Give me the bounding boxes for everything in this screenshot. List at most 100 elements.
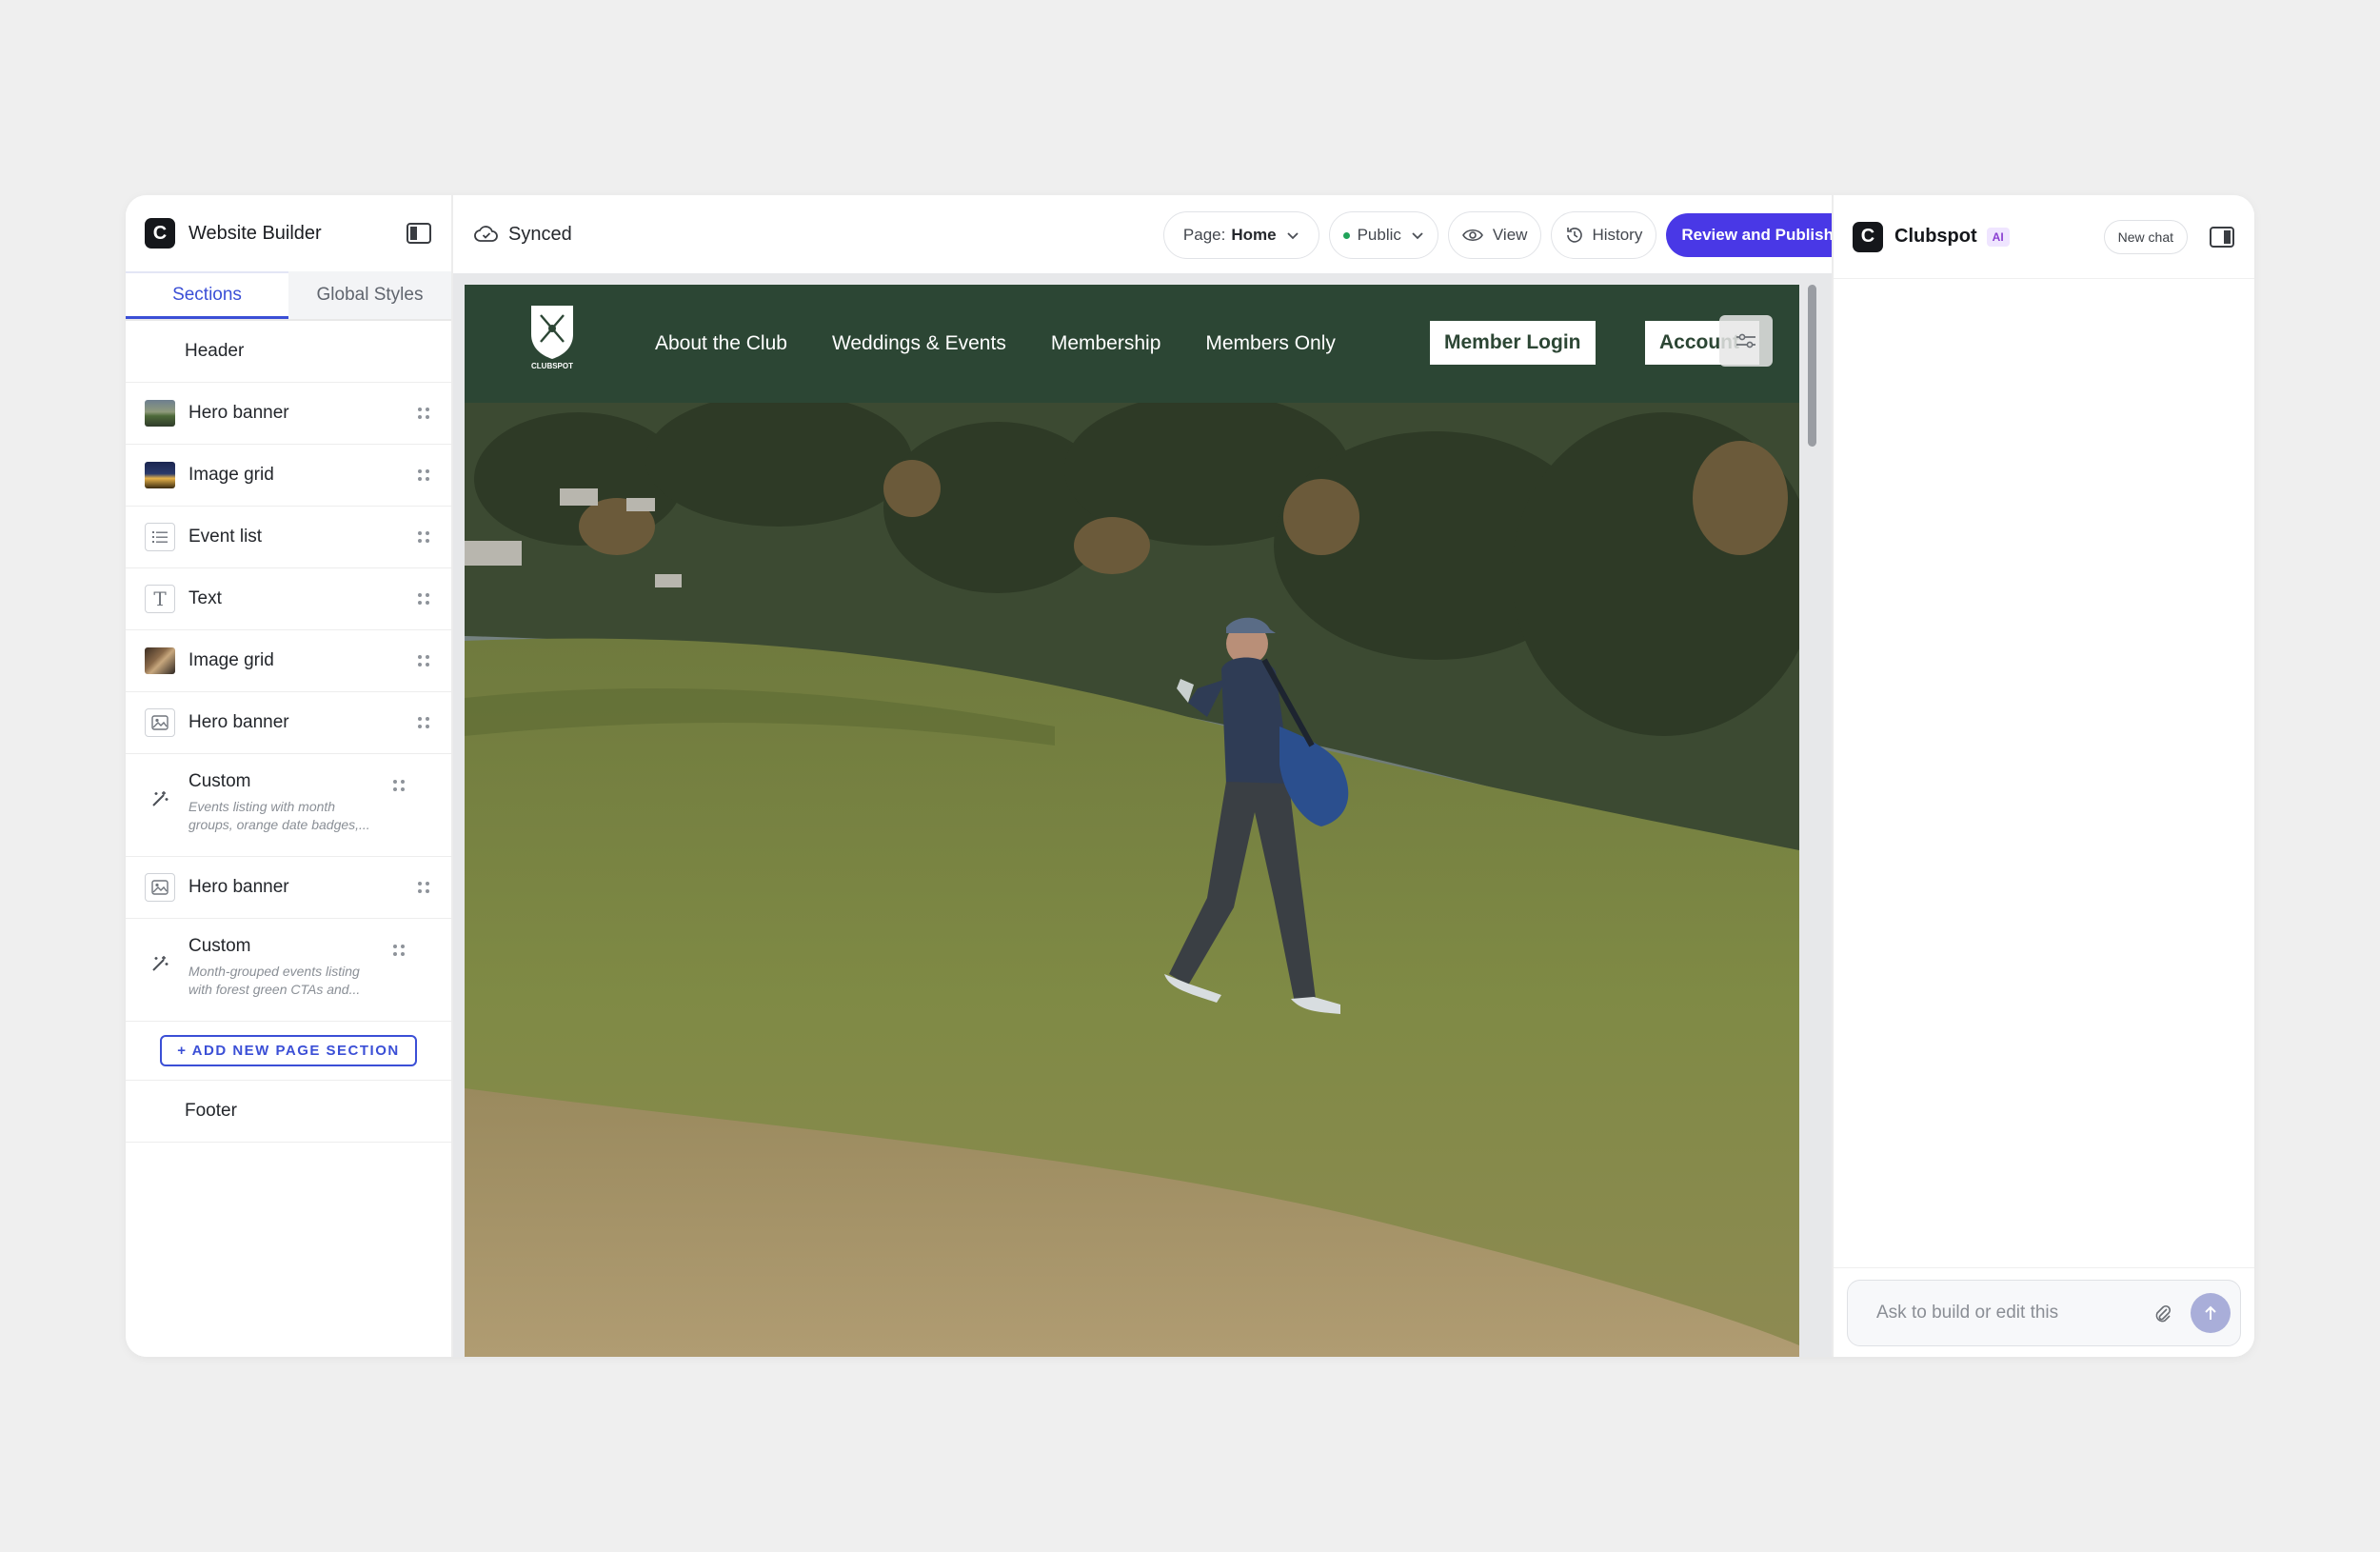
add-section-row: + ADD NEW PAGE SECTION [126,1022,451,1081]
app-logo: C [145,218,175,249]
section-event-list[interactable]: Event list [126,507,451,568]
panel-header: C Website Builder [126,195,451,271]
site-preview: CLUBSPOT About the Club Weddings & Event… [465,285,1799,1357]
section-settings-button[interactable] [1719,315,1773,367]
member-login-button[interactable]: Member Login [1430,321,1596,365]
sidebar-toggle-icon[interactable] [406,222,432,245]
status-dot [1342,231,1350,239]
section-description: Month-grouped events listing with forest… [188,964,361,997]
club-crest-logo[interactable]: CLUBSPOT [527,304,577,374]
eye-icon [1461,229,1483,242]
section-label: Text [188,588,222,608]
publish-label: Review and Publish [1681,226,1834,244]
chat-input[interactable]: Ask to build or edit this [1847,1280,2241,1346]
section-label: Footer [185,1101,237,1121]
chevron-down-icon [1286,232,1299,240]
drag-handle-icon[interactable] [417,592,430,606]
section-custom[interactable]: Custom Month-grouped events listing with… [126,919,451,1022]
sync-label: Synced [508,223,572,245]
editor-toolbar: Synced Page: Home Public View History Re… [453,195,1957,273]
section-hero-banner[interactable]: Hero banner [126,857,451,919]
drag-handle-icon[interactable] [392,779,406,792]
nav-weddings-events[interactable]: Weddings & Events [832,332,1006,355]
section-label: Header [185,341,245,361]
site-header: CLUBSPOT About the Club Weddings & Event… [465,285,1799,403]
image-icon [145,708,175,737]
ai-assistant-panel: C Clubspot AI New chat Ask to build or e… [1832,195,2254,1357]
sections-panel: C Website Builder Sections Global Styles… [126,195,453,1357]
drag-handle-icon[interactable] [417,468,430,482]
tab-global-styles[interactable]: Global Styles [288,271,451,319]
drag-handle-icon[interactable] [392,944,406,957]
section-label: Event list [188,527,263,547]
chat-input-placeholder: Ask to build or edit this [1876,1303,2059,1323]
history-button[interactable]: History [1551,211,1657,259]
panel-tabs: Sections Global Styles [126,271,451,321]
app-window: C Website Builder Sections Global Styles… [126,195,2254,1357]
send-button[interactable] [2191,1293,2231,1333]
section-hero-banner[interactable]: Hero banner [126,692,451,754]
section-label: Hero banner [188,877,289,897]
preview-canvas: CLUBSPOT About the Club Weddings & Event… [453,273,1957,1357]
text-icon: T [145,585,175,613]
tab-sections[interactable]: Sections [126,271,288,319]
new-chat-button[interactable]: New chat [2103,219,2188,254]
cloud-check-icon [474,226,498,242]
section-image-grid[interactable]: Image grid [126,630,451,692]
section-label: Image grid [188,465,274,485]
magic-wand-icon [145,785,175,813]
chevron-down-icon [1412,232,1423,240]
history-icon [1567,228,1583,243]
drag-handle-icon[interactable] [417,407,430,420]
assistant-title: Clubspot [1894,226,1977,247]
panel-title: Website Builder [188,222,322,244]
section-hero-banner[interactable]: Hero banner [126,383,451,445]
night-thumbnail [145,462,175,488]
landscape-thumbnail [145,400,175,427]
assistant-logo: C [1853,221,1883,252]
image-icon [145,873,175,902]
section-label: Hero banner [188,403,289,423]
view-label: View [1492,226,1528,244]
ai-badge: AI [1986,227,2010,247]
nav-about[interactable]: About the Club [655,332,787,355]
view-button[interactable]: View [1447,211,1542,259]
visibility-selector[interactable]: Public [1328,211,1438,259]
portrait-thumbnail [145,647,175,674]
section-label: Hero banner [188,712,289,732]
section-label: Custom [188,936,251,956]
sync-status: Synced [474,224,572,246]
sliders-icon [1736,333,1755,348]
list-icon [145,523,175,551]
drag-handle-icon[interactable] [417,530,430,544]
panel-toggle-icon[interactable] [2209,226,2235,249]
nav-members-only[interactable]: Members Only [1205,332,1336,355]
drag-handle-icon[interactable] [417,716,430,729]
page-selector[interactable]: Page: Home [1162,211,1319,259]
page-value: Home [1231,226,1277,244]
drag-handle-icon[interactable] [417,881,430,894]
section-footer[interactable]: Footer [126,1081,451,1143]
section-label: Image grid [188,650,274,670]
hero-image [465,403,1799,1357]
section-description: Events listing with month groups, orange… [188,799,370,832]
section-header[interactable]: Header [126,321,451,383]
section-label: Custom [188,771,251,791]
site-nav-links: About the Club Weddings & Events Members… [655,285,1380,403]
history-label: History [1592,226,1643,244]
arrow-up-icon [2205,1305,2216,1320]
magic-wand-icon [145,949,175,978]
drag-handle-icon[interactable] [417,654,430,667]
assistant-header: C Clubspot AI New chat [1834,195,2254,279]
section-custom[interactable]: Custom Events listing with month groups,… [126,754,451,857]
page-label: Page: [1182,226,1226,244]
add-section-button[interactable]: + ADD NEW PAGE SECTION [160,1035,417,1066]
paperclip-icon[interactable] [2154,1303,2172,1323]
nav-membership[interactable]: Membership [1051,332,1161,355]
canvas-scrollbar[interactable] [1808,285,1816,447]
section-image-grid[interactable]: Image grid [126,445,451,507]
section-text[interactable]: T Text [126,568,451,630]
chat-input-area: Ask to build or edit this [1834,1267,2254,1357]
svg-text:CLUBSPOT: CLUBSPOT [531,362,573,370]
visibility-label: Public [1357,226,1401,244]
